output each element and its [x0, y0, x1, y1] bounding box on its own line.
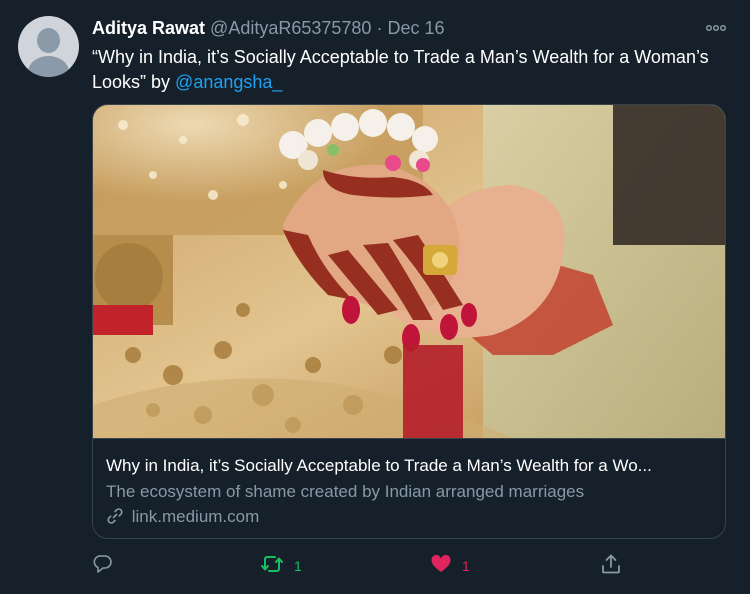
like-button[interactable]: 1 [430, 553, 470, 579]
tweet-text: “Why in India, it’s Socially Acceptable … [92, 45, 742, 95]
retweet-button[interactable]: 1 [260, 553, 302, 579]
link-card[interactable]: Why in India, it’s Socially Acceptable t… [92, 104, 726, 539]
reply-button[interactable] [92, 553, 124, 579]
header-separator: · [376, 18, 383, 38]
display-name[interactable]: Aditya Rawat [92, 18, 205, 38]
avatar-head [37, 28, 60, 53]
card-domain-text: link.medium.com [131, 507, 260, 526]
card-title[interactable]: Why in India, it’s Socially Acceptable t… [106, 455, 706, 477]
share-button[interactable] [600, 553, 622, 579]
link-icon [106, 507, 132, 526]
card-image[interactable] [93, 105, 725, 438]
reply-icon [92, 553, 114, 580]
heart-icon [430, 553, 452, 580]
tweet-date[interactable]: Dec 16 [387, 18, 444, 38]
avatar-body [28, 56, 69, 77]
user-handle[interactable]: @AdityaR65375780 [210, 18, 371, 38]
action-bar: 1 1 [92, 553, 732, 581]
tweet-header: Aditya Rawat @AdityaR65375780 · Dec 16 [92, 17, 445, 39]
like-count: 1 [462, 558, 470, 574]
tweet[interactable]: Aditya Rawat @AdityaR65375780 · Dec 16 “… [0, 0, 750, 594]
retweet-count: 1 [294, 558, 302, 574]
mention-link[interactable]: @anangsha_ [175, 72, 282, 92]
retweet-icon [260, 553, 284, 580]
card-description: The ecosystem of shame created by Indian… [106, 482, 585, 501]
card-domain[interactable]: link.medium.com [106, 506, 259, 528]
share-icon [600, 553, 622, 580]
card-body[interactable]: Why in India, it’s Socially Acceptable t… [93, 438, 725, 538]
avatar[interactable] [18, 16, 79, 77]
wedding-hands-photo [93, 105, 725, 438]
more-icon[interactable] [704, 18, 728, 38]
